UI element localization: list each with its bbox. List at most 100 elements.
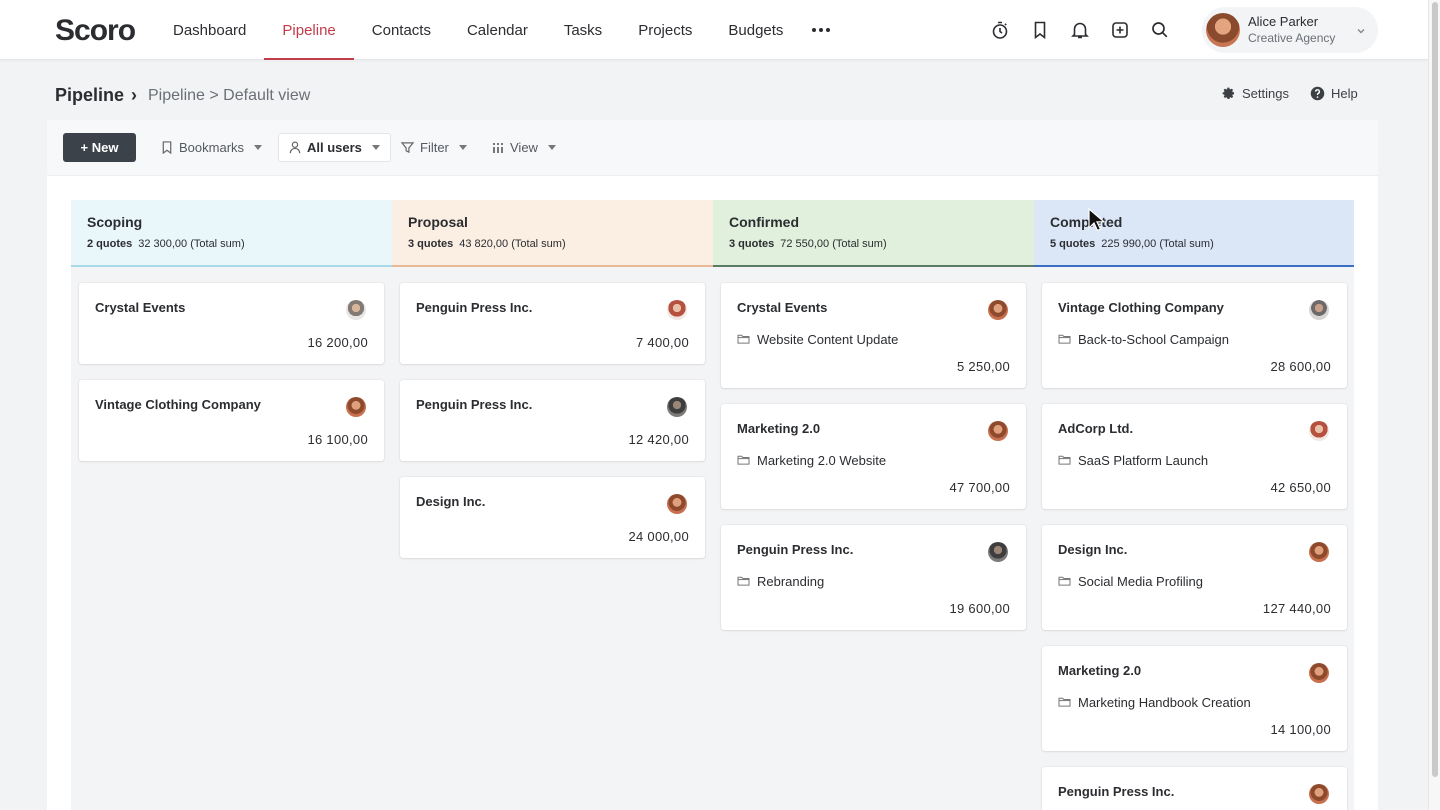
notifications-bell-icon[interactable] bbox=[1060, 10, 1100, 50]
bookmarks-dropdown[interactable]: Bookmarks bbox=[151, 133, 272, 162]
column-count: 3 quotes bbox=[729, 238, 775, 250]
folder-icon bbox=[737, 332, 750, 347]
scoro-logo[interactable]: Scoro bbox=[55, 14, 136, 48]
column-total: 72 550,00 (Total sum) bbox=[780, 238, 887, 250]
column-title: Scoping bbox=[87, 214, 143, 230]
card-project-name: Back-to-School Campaign bbox=[1078, 332, 1230, 347]
bookmarks-label: Bookmarks bbox=[179, 140, 245, 155]
card-amount: 19 600,00 bbox=[949, 601, 1010, 616]
card-owner-avatar bbox=[1309, 300, 1329, 320]
quote-card[interactable]: Design Inc. 24 000,00 bbox=[400, 477, 705, 558]
quote-card[interactable]: Marketing 2.0 Marketing 2.0 Website 47 700… bbox=[721, 404, 1026, 509]
board-toolbar: + New Bookmarks All users Filter View bbox=[47, 120, 1378, 176]
card-amount: 127 440,00 bbox=[1262, 601, 1331, 616]
column-header-confirmed[interactable]: Confirmed 3 quotes 72 550,00 (Total sum) bbox=[713, 200, 1034, 267]
nav-tasks[interactable]: Tasks bbox=[546, 0, 620, 60]
chevron-down-icon bbox=[1356, 23, 1366, 41]
folder-icon bbox=[1058, 695, 1071, 710]
nav-budgets[interactable]: Budgets bbox=[710, 0, 801, 60]
card-project: Marketing Handbook Creation bbox=[1058, 695, 1251, 710]
card-client: Marketing 2.0 bbox=[737, 421, 821, 436]
quote-card[interactable]: Penguin Press Inc. 12 420,00 bbox=[400, 380, 705, 461]
help-label: Help bbox=[1331, 86, 1358, 101]
nav-dashboard[interactable]: Dashboard bbox=[155, 0, 264, 60]
help-link[interactable]: Help bbox=[1310, 86, 1358, 101]
user-name: Alice Parker bbox=[1248, 14, 1319, 29]
card-client: AdCorp Ltd. bbox=[1058, 421, 1134, 436]
nav-projects[interactable]: Projects bbox=[620, 0, 710, 60]
card-project: Social Media Profiling bbox=[1058, 574, 1203, 589]
filter-dropdown[interactable]: Filter bbox=[391, 133, 477, 162]
settings-link[interactable]: Settings bbox=[1222, 86, 1289, 101]
gear-icon bbox=[1222, 87, 1235, 99]
add-item-icon[interactable] bbox=[1100, 10, 1140, 50]
card-project: Marketing 2.0 Website bbox=[737, 453, 886, 468]
card-client: Penguin Press Inc. bbox=[1058, 784, 1175, 799]
card-amount: 7 400,00 bbox=[635, 335, 689, 350]
top-navigation: Scoro Dashboard Pipeline Contacts Calend… bbox=[0, 0, 1428, 60]
card-project-name: Website Content Update bbox=[757, 332, 899, 347]
column-header-completed[interactable]: Completed 5 quotes 225 990,00 (Total sum) bbox=[1034, 200, 1354, 267]
users-label: All users bbox=[307, 140, 362, 155]
breadcrumb-separator: › bbox=[131, 85, 137, 105]
card-client: Marketing 2.0 bbox=[1058, 663, 1142, 678]
breadcrumb[interactable]: Pipeline > Default view bbox=[148, 87, 310, 105]
new-quote-button[interactable]: + New bbox=[63, 133, 136, 162]
caret-down-icon bbox=[254, 145, 263, 150]
quote-card[interactable]: Penguin Press Inc. Rebranding 19 600,00 bbox=[721, 525, 1026, 630]
card-owner-avatar bbox=[346, 300, 366, 320]
search-icon[interactable] bbox=[1140, 10, 1180, 50]
quote-card[interactable]: Crystal Events 16 200,00 bbox=[79, 283, 384, 364]
card-client: Design Inc. bbox=[416, 494, 486, 509]
card-client: Design Inc. bbox=[1058, 542, 1128, 557]
card-project-name: Rebranding bbox=[757, 574, 825, 589]
users-dropdown[interactable]: All users bbox=[278, 133, 391, 162]
user-avatar bbox=[1206, 13, 1240, 47]
card-client: Vintage Clothing Company bbox=[1058, 300, 1224, 315]
quote-card[interactable]: Marketing 2.0 Marketing Handbook Creation… bbox=[1042, 646, 1347, 751]
quote-card[interactable]: Vintage Clothing Company 16 100,00 bbox=[79, 380, 384, 461]
filter-label: Filter bbox=[420, 140, 449, 155]
nav-calendar[interactable]: Calendar bbox=[449, 0, 546, 60]
scrollbar-thumb[interactable] bbox=[1432, 2, 1438, 777]
timer-icon[interactable] bbox=[980, 10, 1020, 50]
card-amount: 24 000,00 bbox=[628, 529, 689, 544]
card-amount: 12 420,00 bbox=[628, 432, 689, 447]
user-icon bbox=[289, 141, 301, 154]
card-client: Penguin Press Inc. bbox=[416, 397, 533, 412]
view-dropdown[interactable]: View bbox=[482, 133, 566, 162]
column-count: 5 quotes bbox=[1050, 238, 1096, 250]
quote-card[interactable]: Penguin Press Inc. bbox=[1042, 767, 1347, 810]
column-header-proposal[interactable]: Proposal 3 quotes 43 820,00 (Total sum) bbox=[392, 200, 713, 267]
card-amount: 42 650,00 bbox=[1270, 480, 1331, 495]
mouse-cursor-icon bbox=[1088, 208, 1104, 232]
folder-icon bbox=[737, 574, 750, 589]
quote-card[interactable]: Penguin Press Inc. 7 400,00 bbox=[400, 283, 705, 364]
quote-card[interactable]: Vintage Clothing Company Back-to-School C… bbox=[1042, 283, 1347, 388]
column-header-scoping[interactable]: Scoping 2 quotes 32 300,00 (Total sum) bbox=[71, 200, 392, 267]
card-project-name: Social Media Profiling bbox=[1078, 574, 1204, 589]
card-owner-avatar bbox=[1309, 784, 1329, 804]
columns-view-icon bbox=[493, 142, 503, 153]
caret-down-icon bbox=[371, 145, 380, 150]
card-owner-avatar bbox=[346, 397, 366, 417]
bookmark-icon[interactable] bbox=[1020, 10, 1060, 50]
card-amount: 16 200,00 bbox=[307, 335, 368, 350]
more-menu-icon[interactable] bbox=[801, 0, 841, 60]
bookmark-icon bbox=[162, 141, 172, 154]
quote-card[interactable]: Crystal Events Website Content Update 5 25… bbox=[721, 283, 1026, 388]
card-owner-avatar bbox=[988, 300, 1008, 320]
nav-icons bbox=[980, 10, 1180, 50]
card-owner-avatar bbox=[1309, 663, 1329, 683]
vertical-scrollbar[interactable] bbox=[1428, 0, 1440, 810]
nav-pipeline[interactable]: Pipeline bbox=[264, 0, 355, 60]
folder-icon bbox=[1058, 453, 1071, 468]
user-organization: Creative Agency bbox=[1248, 31, 1336, 45]
user-menu[interactable]: Alice Parker Creative Agency bbox=[1202, 7, 1378, 53]
column-title: Confirmed bbox=[729, 214, 799, 230]
quote-card[interactable]: Design Inc. Social Media Profiling 127 440… bbox=[1042, 525, 1347, 630]
card-amount: 5 250,00 bbox=[956, 359, 1010, 374]
folder-icon bbox=[1058, 332, 1071, 347]
nav-contacts[interactable]: Contacts bbox=[354, 0, 449, 60]
quote-card[interactable]: AdCorp Ltd. SaaS Platform Launch 42 650,00 bbox=[1042, 404, 1347, 509]
